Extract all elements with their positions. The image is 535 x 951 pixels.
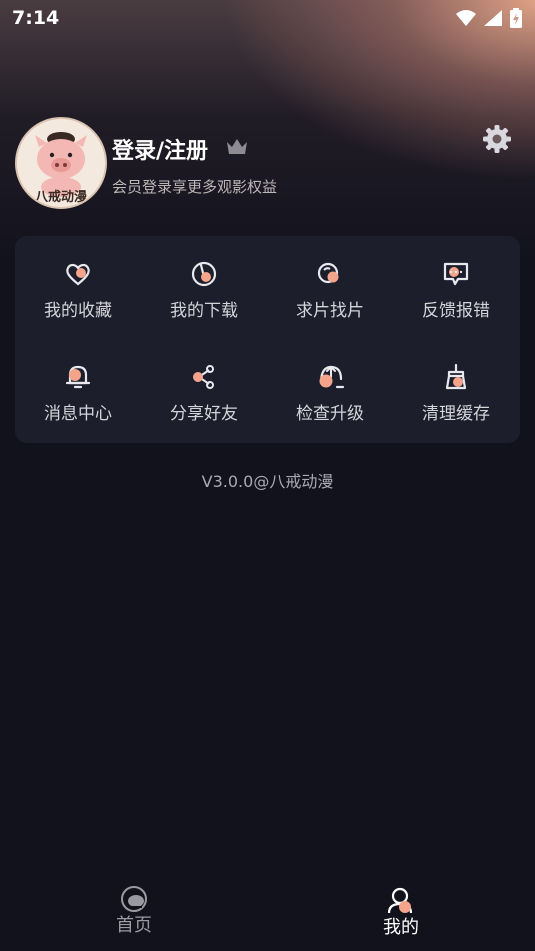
profile-section: 八戒动漫 登录/注册 会员登录享更多观影权益 (15, 117, 520, 209)
menu-card: 我的收藏 我的下载 求片找片 反馈报错 消息中心 分享好友 检查升级 清理缓存 (15, 236, 520, 443)
menu-item-downloads[interactable]: 我的下载 (141, 260, 267, 350)
signal-icon (484, 10, 502, 26)
menu-label: 我的收藏 (44, 301, 112, 321)
wifi-icon (456, 10, 476, 26)
nav-label-mine: 我的 (383, 917, 419, 938)
svg-text:八戒动漫: 八戒动漫 (34, 189, 87, 205)
status-bar: 7:14 (0, 0, 535, 36)
share-icon (193, 365, 214, 389)
pig-logo-icon: 八戒动漫 (17, 119, 105, 207)
crown-icon (227, 139, 247, 154)
menu-item-check-update[interactable]: 检查升级 (267, 363, 393, 453)
broom-icon (445, 363, 467, 390)
nav-label-home: 首页 (116, 915, 152, 936)
nav-tab-mine[interactable]: 我的 (341, 885, 461, 939)
status-time: 7:14 (12, 7, 60, 29)
status-icons (455, 8, 523, 28)
battery-icon (510, 8, 522, 28)
menu-item-favorites[interactable]: 我的收藏 (15, 260, 141, 350)
menu-label: 清理缓存 (422, 404, 490, 424)
menu-label: 消息中心 (44, 404, 112, 424)
download-icon (191, 261, 217, 287)
search-film-icon (317, 262, 339, 284)
menu-label: 检查升级 (296, 404, 364, 424)
menu-label: 我的下载 (170, 301, 238, 321)
menu-item-request-film[interactable]: 求片找片 (267, 260, 393, 350)
feedback-icon (443, 262, 469, 286)
upgrade-icon (319, 365, 345, 389)
avatar[interactable]: 八戒动漫 (15, 117, 107, 209)
nav-tab-home[interactable]: 首页 (74, 885, 194, 937)
menu-label: 分享好友 (170, 404, 238, 424)
login-register-link[interactable]: 登录/注册 (112, 133, 208, 165)
menu-item-feedback[interactable]: 反馈报错 (393, 260, 519, 350)
home-icon (121, 886, 147, 912)
menu-item-clear-cache[interactable]: 清理缓存 (393, 363, 519, 453)
menu-item-messages[interactable]: 消息中心 (15, 363, 141, 453)
member-subtitle: 会员登录享更多观影权益 (112, 178, 278, 196)
menu-label: 反馈报错 (422, 301, 490, 321)
bottom-nav: 首页 我的 (0, 885, 535, 951)
menu-label: 求片找片 (296, 301, 364, 321)
bell-icon (65, 365, 91, 389)
version-text: V3.0.0@八戒动漫 (201, 472, 334, 491)
heart-icon (66, 263, 90, 286)
settings-gear-icon[interactable] (482, 124, 512, 154)
user-icon (387, 887, 413, 914)
menu-item-share[interactable]: 分享好友 (141, 363, 267, 453)
